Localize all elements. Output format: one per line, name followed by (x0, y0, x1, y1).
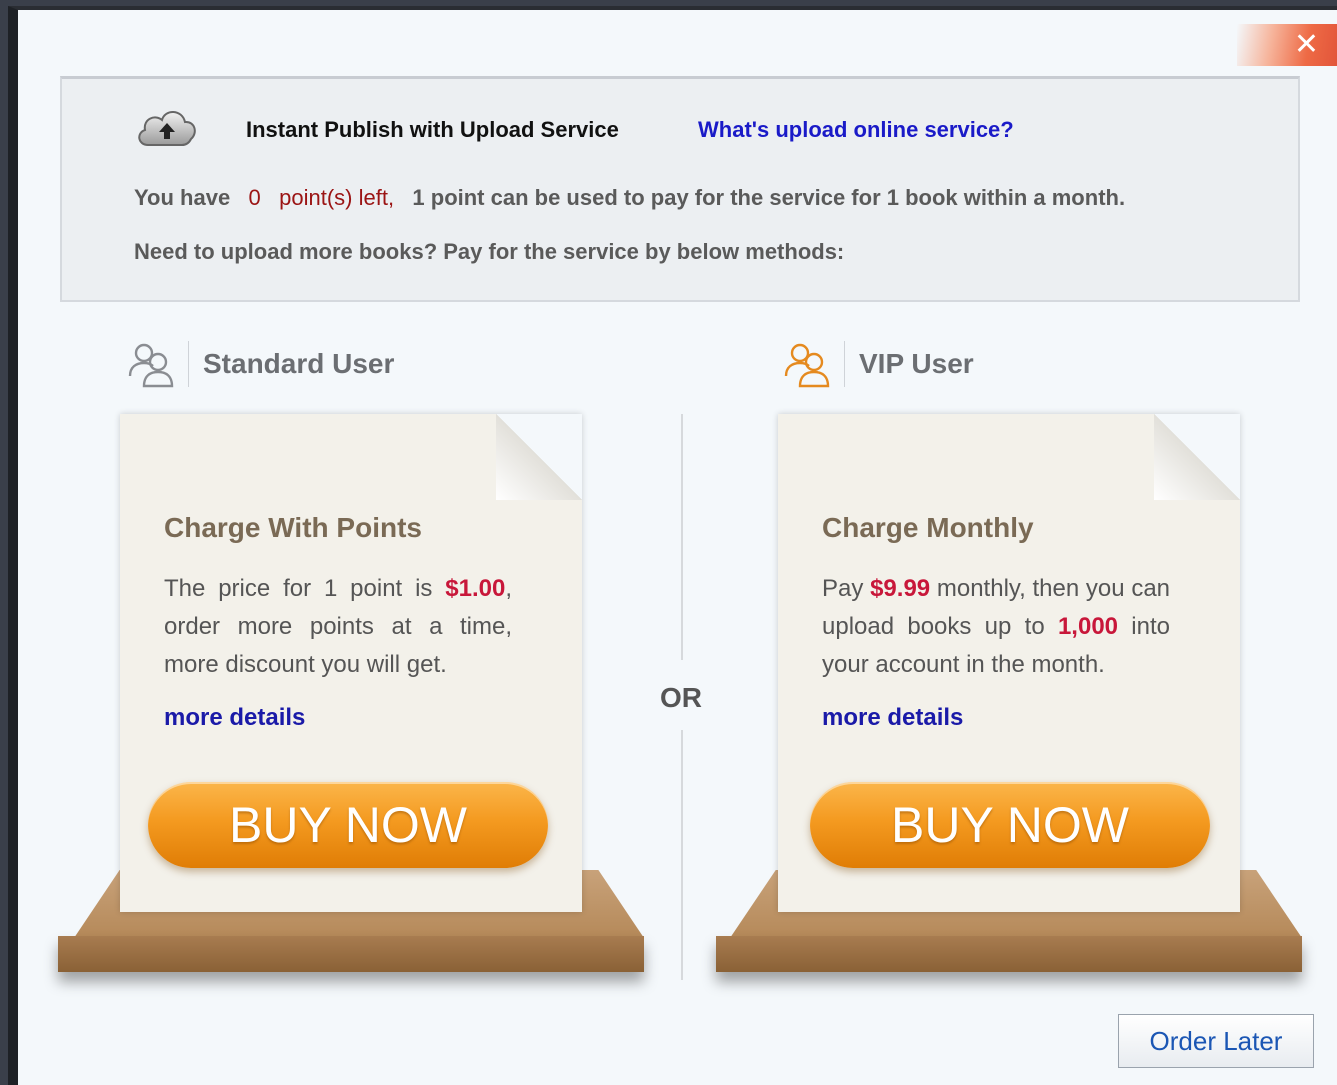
upload-service-dialog: ✕ Instant Publish with Upload Service Wh… (8, 6, 1337, 1085)
price-value: $9.99 (870, 575, 931, 602)
cloud-upload-icon (138, 111, 196, 146)
limit-value: 1,000 (1057, 613, 1119, 640)
what-is-upload-service-link[interactable]: What's upload online service? (698, 117, 1014, 143)
users-vip-icon (784, 343, 830, 388)
shelf-front (716, 936, 1302, 972)
buy-now-label[interactable]: BUY NOW (229, 796, 467, 854)
more-details-link[interactable]: more details (822, 704, 963, 732)
close-button[interactable]: ✕ (1237, 24, 1337, 66)
info-title: Instant Publish with Upload Service (246, 117, 619, 142)
shelf-front (58, 936, 644, 972)
standard-user-header: Standard User (126, 340, 394, 388)
divider-line (681, 730, 683, 980)
users-outline-icon (128, 343, 174, 388)
points-left-label: point(s) left, (279, 185, 395, 210)
card-description: Pay $9.99 monthly, then you can upload b… (822, 570, 1170, 684)
card-title: Charge With Points (164, 512, 422, 543)
price-value: $1.00 (445, 575, 506, 602)
order-later-button[interactable]: Order Later (1118, 1014, 1314, 1068)
buy-now-points-button[interactable]: BUY NOW (148, 782, 548, 868)
need-more-text: Need to upload more books? Pay for the s… (134, 239, 845, 264)
page-fold (496, 414, 582, 500)
vip-user-header: VIP User (782, 340, 974, 388)
or-label: OR (660, 682, 702, 713)
card-description: The price for 1 point is $1.00, order mo… (164, 570, 512, 684)
more-details-link[interactable]: more details (164, 704, 305, 732)
header-separator (188, 341, 189, 387)
description-text: Pay (822, 575, 864, 602)
buy-now-label[interactable]: BUY NOW (891, 796, 1129, 854)
standard-user-label: Standard User (203, 348, 395, 379)
description-text: The price for 1 point is (164, 575, 433, 602)
points-rule: 1 point can be used to pay for the servi… (412, 185, 1126, 210)
points-status: You have 0 point(s) left, 1 point can be… (134, 185, 1125, 211)
vip-user-label: VIP User (859, 348, 974, 379)
you-have-label: You have (134, 185, 231, 210)
card-title: Charge Monthly (822, 512, 1034, 543)
close-icon[interactable]: ✕ (1294, 30, 1319, 60)
buy-now-monthly-button[interactable]: BUY NOW (810, 782, 1210, 868)
divider-line (681, 414, 683, 660)
page-fold (1154, 414, 1240, 500)
info-panel: Instant Publish with Upload Service What… (60, 76, 1300, 302)
header-separator (844, 341, 845, 387)
order-later-label[interactable]: Order Later (1150, 1026, 1283, 1057)
points-count: 0 (248, 185, 261, 210)
